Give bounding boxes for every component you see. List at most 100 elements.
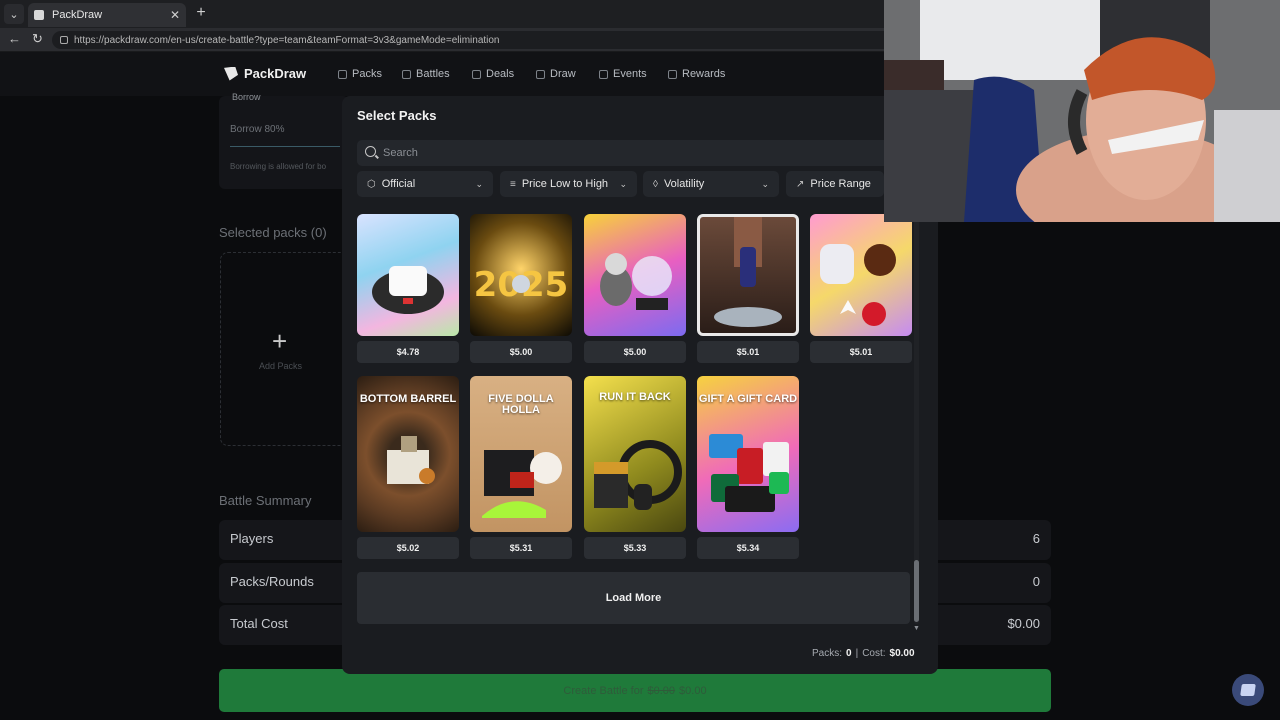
- filter-official[interactable]: ⬡ Official ⌄: [357, 171, 493, 197]
- pack-card[interactable]: FIVE DOLLA HOLLA: [470, 376, 572, 532]
- filter-volatility[interactable]: ◊ Volatility ⌄: [643, 171, 779, 197]
- search-input[interactable]: [383, 144, 903, 162]
- pack-card[interactable]: [357, 214, 459, 336]
- sort-icon: ≡: [510, 178, 516, 190]
- scroll-down-icon[interactable]: ▼: [913, 625, 920, 632]
- favicon-icon: [34, 10, 44, 20]
- summary-label: Packs/Rounds: [230, 574, 314, 589]
- pack-price: $5.33: [584, 537, 686, 559]
- headphones-pack-art-icon: [372, 266, 444, 314]
- nav-label: Deals: [486, 68, 515, 80]
- modal-title: Select Packs: [357, 108, 437, 123]
- new-year-pack-art-icon: 2025: [474, 265, 569, 305]
- nav-events[interactable]: Events: [599, 68, 647, 80]
- packdraw-logo-icon: [224, 66, 238, 81]
- create-battle-price: $0.00: [679, 684, 707, 697]
- battle-summary-title: Battle Summary: [219, 493, 312, 508]
- new-tab-button[interactable]: +: [192, 4, 210, 22]
- selected-packs-title: Selected packs (0): [219, 225, 327, 240]
- cost-value: $0.00: [889, 648, 915, 659]
- summary-label: Total Cost: [230, 616, 288, 631]
- add-packs-label: Add Packs: [259, 361, 303, 371]
- borrow-slider[interactable]: [230, 146, 340, 147]
- pack-card[interactable]: [584, 214, 686, 336]
- pack-price: $5.34: [697, 537, 799, 559]
- pack-price: $5.00: [470, 341, 572, 363]
- filter-label: Volatility: [663, 178, 705, 190]
- pack-card[interactable]: [697, 214, 799, 336]
- reload-icon[interactable]: ↻: [32, 31, 43, 47]
- nav-battles[interactable]: Battles: [402, 68, 450, 80]
- nav-label: Rewards: [682, 68, 726, 80]
- summary-value: 0: [1032, 574, 1040, 589]
- modal-footer: Packs: 0 | Cost: $0.00: [812, 648, 915, 659]
- nav-draw[interactable]: Draw: [536, 68, 576, 80]
- pack-price: $5.31: [470, 537, 572, 559]
- footer-separator: |: [855, 648, 859, 659]
- toy-pack-art-icon: [600, 253, 672, 310]
- pack-label: FIVE DOLLA HOLLA: [488, 393, 554, 416]
- nav-label: Packs: [352, 68, 382, 80]
- borrow-card: [219, 96, 349, 189]
- pack-label: GIFT A GIFT CARD: [698, 393, 798, 405]
- nav-rewards[interactable]: Rewards: [668, 68, 725, 80]
- nav-packs[interactable]: Packs: [338, 68, 382, 80]
- events-icon: [599, 69, 608, 79]
- filter-label: Official: [381, 178, 416, 190]
- pack-price: $5.02: [357, 537, 459, 559]
- pack-card[interactable]: 2025: [470, 214, 572, 336]
- pack-card[interactable]: BOTTOM BARREL: [357, 376, 459, 532]
- search-box[interactable]: [357, 140, 923, 166]
- nav-label: Battles: [416, 68, 450, 80]
- filter-sort[interactable]: ≡ Price Low to High ⌄: [500, 171, 637, 197]
- nav-label: Draw: [550, 68, 576, 80]
- create-battle-old-price: $0.00: [647, 684, 676, 697]
- battles-icon: [402, 69, 411, 79]
- rewards-icon: [668, 69, 677, 79]
- borrow-value: Borrow 80%: [230, 124, 285, 135]
- nav-deals[interactable]: Deals: [472, 68, 514, 80]
- pack-label: RUN IT BACK: [599, 391, 671, 403]
- borrow-note: Borrowing is allowed for bo: [230, 162, 327, 171]
- nav-label: Events: [613, 68, 647, 80]
- packs-count-label: Packs:: [812, 648, 843, 659]
- tab-list-dropdown[interactable]: ⌄: [4, 4, 24, 24]
- routine-pack-art-icon: [714, 217, 782, 327]
- chat-icon: [1240, 684, 1256, 696]
- chevron-down-icon: ⌄: [761, 178, 769, 189]
- chevron-down-icon: ⌄: [619, 178, 627, 189]
- load-more-button[interactable]: Load More: [357, 572, 910, 624]
- pack-card[interactable]: [810, 214, 912, 336]
- create-battle-button[interactable]: Create Battle for $0.00 $0.00: [219, 669, 1051, 712]
- box-icon: ⬡: [367, 178, 376, 190]
- filter-label: Price Range: [810, 178, 871, 190]
- search-icon: [365, 146, 376, 157]
- back-icon[interactable]: ←: [8, 31, 21, 46]
- packs-icon: [338, 69, 347, 79]
- support-chat-button[interactable]: [1232, 674, 1264, 706]
- borrow-heading: Borrow: [232, 92, 261, 102]
- url-text: https://packdraw.com/en-us/create-battle…: [74, 34, 500, 46]
- browser-tab[interactable]: PackDraw ✕: [28, 3, 186, 27]
- streamer-webcam-image: [884, 0, 1280, 222]
- filter-price-range[interactable]: ↗ Price Range: [786, 171, 884, 197]
- trend-icon: ↗: [796, 178, 805, 190]
- site-info-icon[interactable]: [60, 36, 68, 44]
- webcam-overlay: [884, 0, 1280, 222]
- brand-logo[interactable]: PackDraw: [224, 66, 306, 81]
- summary-label: Players: [230, 531, 274, 546]
- plus-icon: +: [272, 326, 288, 356]
- pack-price: $4.78: [357, 341, 459, 363]
- brand-name: PackDraw: [244, 66, 307, 81]
- pack-card[interactable]: RUN IT BACK: [584, 376, 686, 532]
- close-tab-icon[interactable]: ✕: [170, 8, 180, 22]
- flame-icon: ◊: [653, 178, 658, 190]
- pack-label: BOTTOM BARREL: [359, 393, 457, 405]
- deals-icon: [472, 69, 481, 79]
- pack-card[interactable]: GIFT A GIFT CARD: [697, 376, 799, 532]
- scrollbar-thumb[interactable]: [914, 560, 919, 622]
- draw-icon: [536, 69, 545, 79]
- filter-label: Price Low to High: [521, 178, 609, 190]
- pack-price: $5.00: [584, 341, 686, 363]
- pack-price: $5.01: [697, 341, 799, 363]
